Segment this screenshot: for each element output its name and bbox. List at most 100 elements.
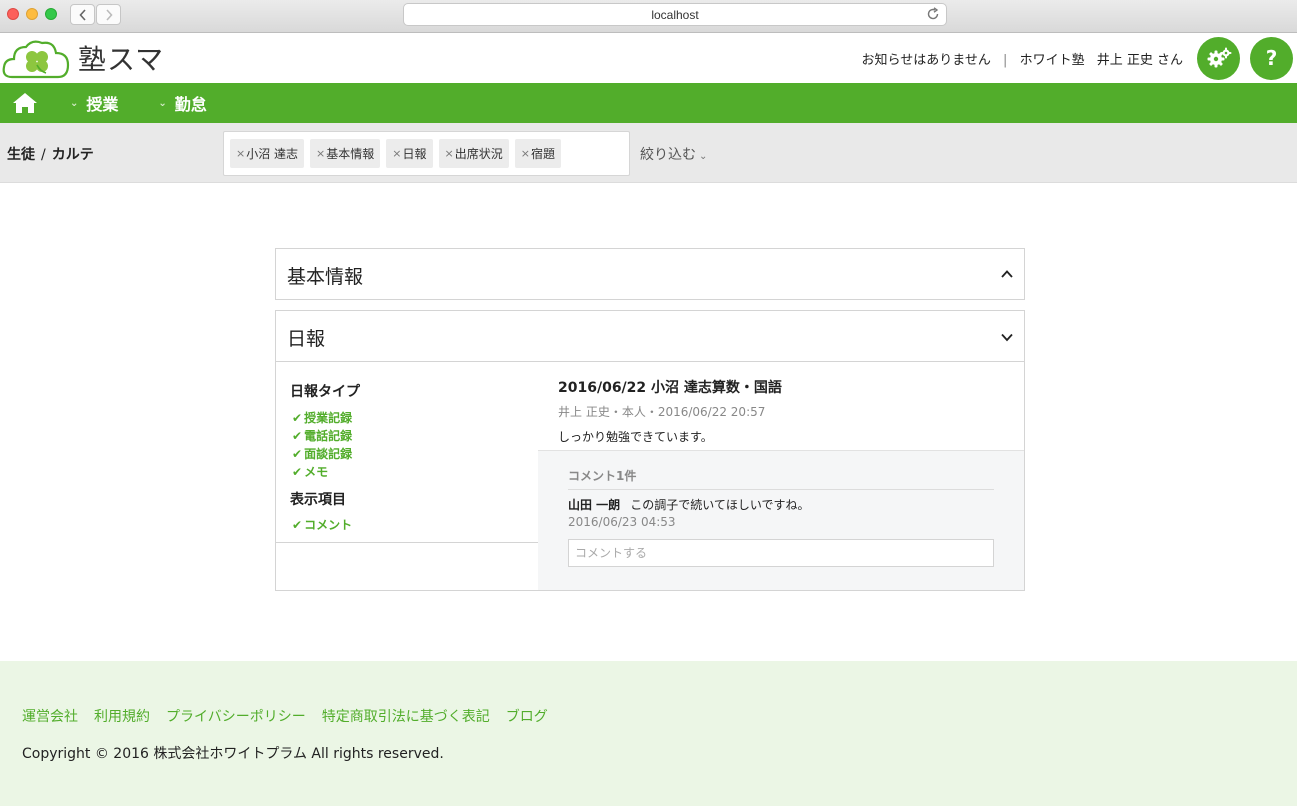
chevron-down-icon: ⌄ (158, 97, 167, 109)
remove-tag-icon[interactable]: × (445, 147, 454, 160)
settings-button[interactable] (1197, 36, 1240, 80)
nav-item-label: 授業 (86, 95, 119, 114)
clover-logo-icon (2, 40, 70, 79)
header-separator: | (1003, 52, 1008, 68)
tag-label: 日報 (402, 147, 427, 161)
display-items-heading: 表示項目 (290, 492, 346, 508)
filter-tag: × 日報 (386, 139, 433, 168)
panel-header: 日報 (276, 311, 1024, 362)
tag-label: 出席状況 (454, 147, 503, 161)
refine-label: 絞り込む (640, 147, 696, 163)
refine-dropdown[interactable]: 絞り込む ⌄ (640, 144, 707, 164)
home-button[interactable] (12, 91, 40, 115)
help-button[interactable]: ? (1250, 36, 1293, 80)
logo[interactable]: 塾スマ (2, 37, 164, 79)
minimize-window-button[interactable] (26, 8, 38, 20)
report-type-item[interactable]: ✔ 電話記録 (292, 427, 352, 444)
entry-title[interactable]: 2016/06/22 小沼 達志算数・国語 (558, 377, 1018, 397)
filter-tag-input[interactable]: × 小沼 達志 × 基本情報 × 日報 × 出席状況 × 宿題 (223, 131, 630, 176)
browser-toolbar: localhost (0, 0, 1297, 33)
remove-tag-icon[interactable]: × (521, 147, 530, 160)
chevron-up-icon (1001, 270, 1013, 278)
tag-label: 基本情報 (326, 147, 375, 161)
report-type-item[interactable]: ✔ メモ (292, 463, 328, 480)
reload-button[interactable] (927, 7, 940, 24)
display-item[interactable]: ✔ コメント (292, 516, 352, 533)
report-entry: 2016/06/22 小沼 達志算数・国語 井上 正史・本人・2016/06/2… (558, 377, 1018, 445)
entry-meta: 井上 正史・本人・2016/06/22 20:57 (558, 405, 766, 419)
nav-item-label: 勤怠 (174, 95, 207, 114)
url-text: localhost (651, 7, 699, 22)
daily-report-panel: 日報 日報タイプ ✔ 授業記録 ✔ 電話記録 ✔ 面談記録 ✔ メモ 表示項目 ✔ コメン… (275, 310, 1025, 591)
comment-text: この調子で続いてほしいですね。 (630, 498, 810, 512)
panel-title: 基本情報 (287, 266, 364, 288)
footer: 運営会社 利用規約 プライバシーポリシー 特定商取引法に基づく表記 ブログ Co… (0, 661, 1297, 806)
remove-tag-icon[interactable]: × (316, 147, 325, 160)
comment-date: 2016/06/23 04:53 (568, 515, 676, 529)
comment: 山田 一朗 この調子で続いてほしいですね。 (568, 496, 809, 513)
school-name: ホワイト塾 (1019, 52, 1085, 68)
check-icon: ✔ (292, 517, 303, 532)
divider (568, 489, 994, 490)
footer-link-blog[interactable]: ブログ (506, 706, 548, 726)
chevron-left-icon (78, 8, 86, 21)
chevron-down-icon: ⌄ (70, 97, 79, 109)
filter-tag: × 小沼 達志 (230, 139, 305, 168)
footer-link-commerce-law[interactable]: 特定商取引法に基づく表記 (322, 706, 490, 726)
filter-tag: × 基本情報 (310, 139, 381, 168)
report-type-label: 授業記録 (304, 411, 353, 425)
check-icon: ✔ (292, 464, 303, 479)
tag-label: 宿題 (530, 147, 555, 161)
back-button[interactable] (70, 4, 95, 25)
remove-tag-icon[interactable]: × (392, 147, 401, 160)
copyright: Copyright © 2016 株式会社ホワイトプラム All rights … (22, 746, 444, 762)
forward-button[interactable] (96, 4, 121, 25)
report-filter-sidebar: 日報タイプ ✔ 授業記録 ✔ 電話記録 ✔ 面談記録 ✔ メモ 表示項目 ✔ コメント (276, 363, 538, 543)
address-bar[interactable]: localhost (403, 3, 947, 26)
gears-icon (1207, 47, 1231, 68)
panel-title: 日報 (287, 328, 326, 350)
comment-input[interactable] (568, 539, 994, 567)
collapse-toggle[interactable] (1000, 267, 1014, 281)
comments-section: コメント1件 山田 一朗 この調子で続いてほしいですね。 2016/06/23 0… (538, 450, 1024, 590)
check-icon: ✔ (292, 446, 303, 461)
help-icon: ? (1265, 46, 1278, 70)
reload-icon (927, 7, 939, 20)
footer-link-privacy[interactable]: プライバシーポリシー (166, 706, 306, 726)
check-icon: ✔ (292, 410, 303, 425)
app-header: 塾スマ お知らせはありません | ホワイト塾 井上 正史 さん ? (0, 33, 1297, 83)
main-nav: ⌄ 授業 ⌄ 勤怠 (0, 83, 1297, 123)
comment-author: 山田 一朗 (568, 498, 621, 512)
nav-item-lessons[interactable]: ⌄ 授業 (70, 91, 118, 115)
comment-count: コメント1件 (568, 469, 637, 483)
chevron-right-icon (105, 8, 113, 21)
breadcrumb-karte: カルテ (51, 147, 94, 163)
footer-link-company[interactable]: 運営会社 (22, 706, 78, 726)
notice-text[interactable]: お知らせはありません (862, 53, 991, 68)
user-name[interactable]: 井上 正史 さん (1097, 53, 1183, 68)
filter-tag: × 出席状況 (438, 139, 509, 168)
filter-bar: 生徒 / カルテ × 小沼 達志 × 基本情報 × 日報 × 出席状況 × 宿題 絞り込む ⌄ (0, 123, 1297, 183)
remove-tag-icon[interactable]: × (236, 147, 245, 160)
nav-item-attendance[interactable]: ⌄ 勤怠 (158, 91, 206, 115)
footer-links: 運営会社 利用規約 プライバシーポリシー 特定商取引法に基づく表記 ブログ (22, 706, 564, 726)
breadcrumb-students[interactable]: 生徒 (7, 147, 35, 163)
report-type-label: メモ (304, 465, 329, 479)
report-type-item[interactable]: ✔ 面談記録 (292, 445, 352, 462)
display-item-label: コメント (304, 518, 353, 532)
report-type-label: 面談記録 (304, 447, 353, 461)
home-icon (13, 93, 37, 113)
chevron-down-icon (1001, 333, 1013, 342)
report-type-item[interactable]: ✔ 授業記録 (292, 409, 352, 426)
logo-text: 塾スマ (78, 43, 165, 76)
entry-body: しっかり勉強できています。 (558, 430, 713, 444)
report-type-label: 電話記録 (304, 429, 353, 443)
footer-link-terms[interactable]: 利用規約 (94, 706, 150, 726)
zoom-window-button[interactable] (45, 8, 57, 20)
close-window-button[interactable] (7, 8, 19, 20)
filter-tag: × 宿題 (514, 139, 561, 168)
expand-toggle[interactable] (1000, 330, 1014, 344)
check-icon: ✔ (292, 428, 303, 443)
header-status: お知らせはありません | ホワイト塾 井上 正史 さん (858, 49, 1187, 68)
report-type-heading: 日報タイプ (290, 384, 360, 400)
